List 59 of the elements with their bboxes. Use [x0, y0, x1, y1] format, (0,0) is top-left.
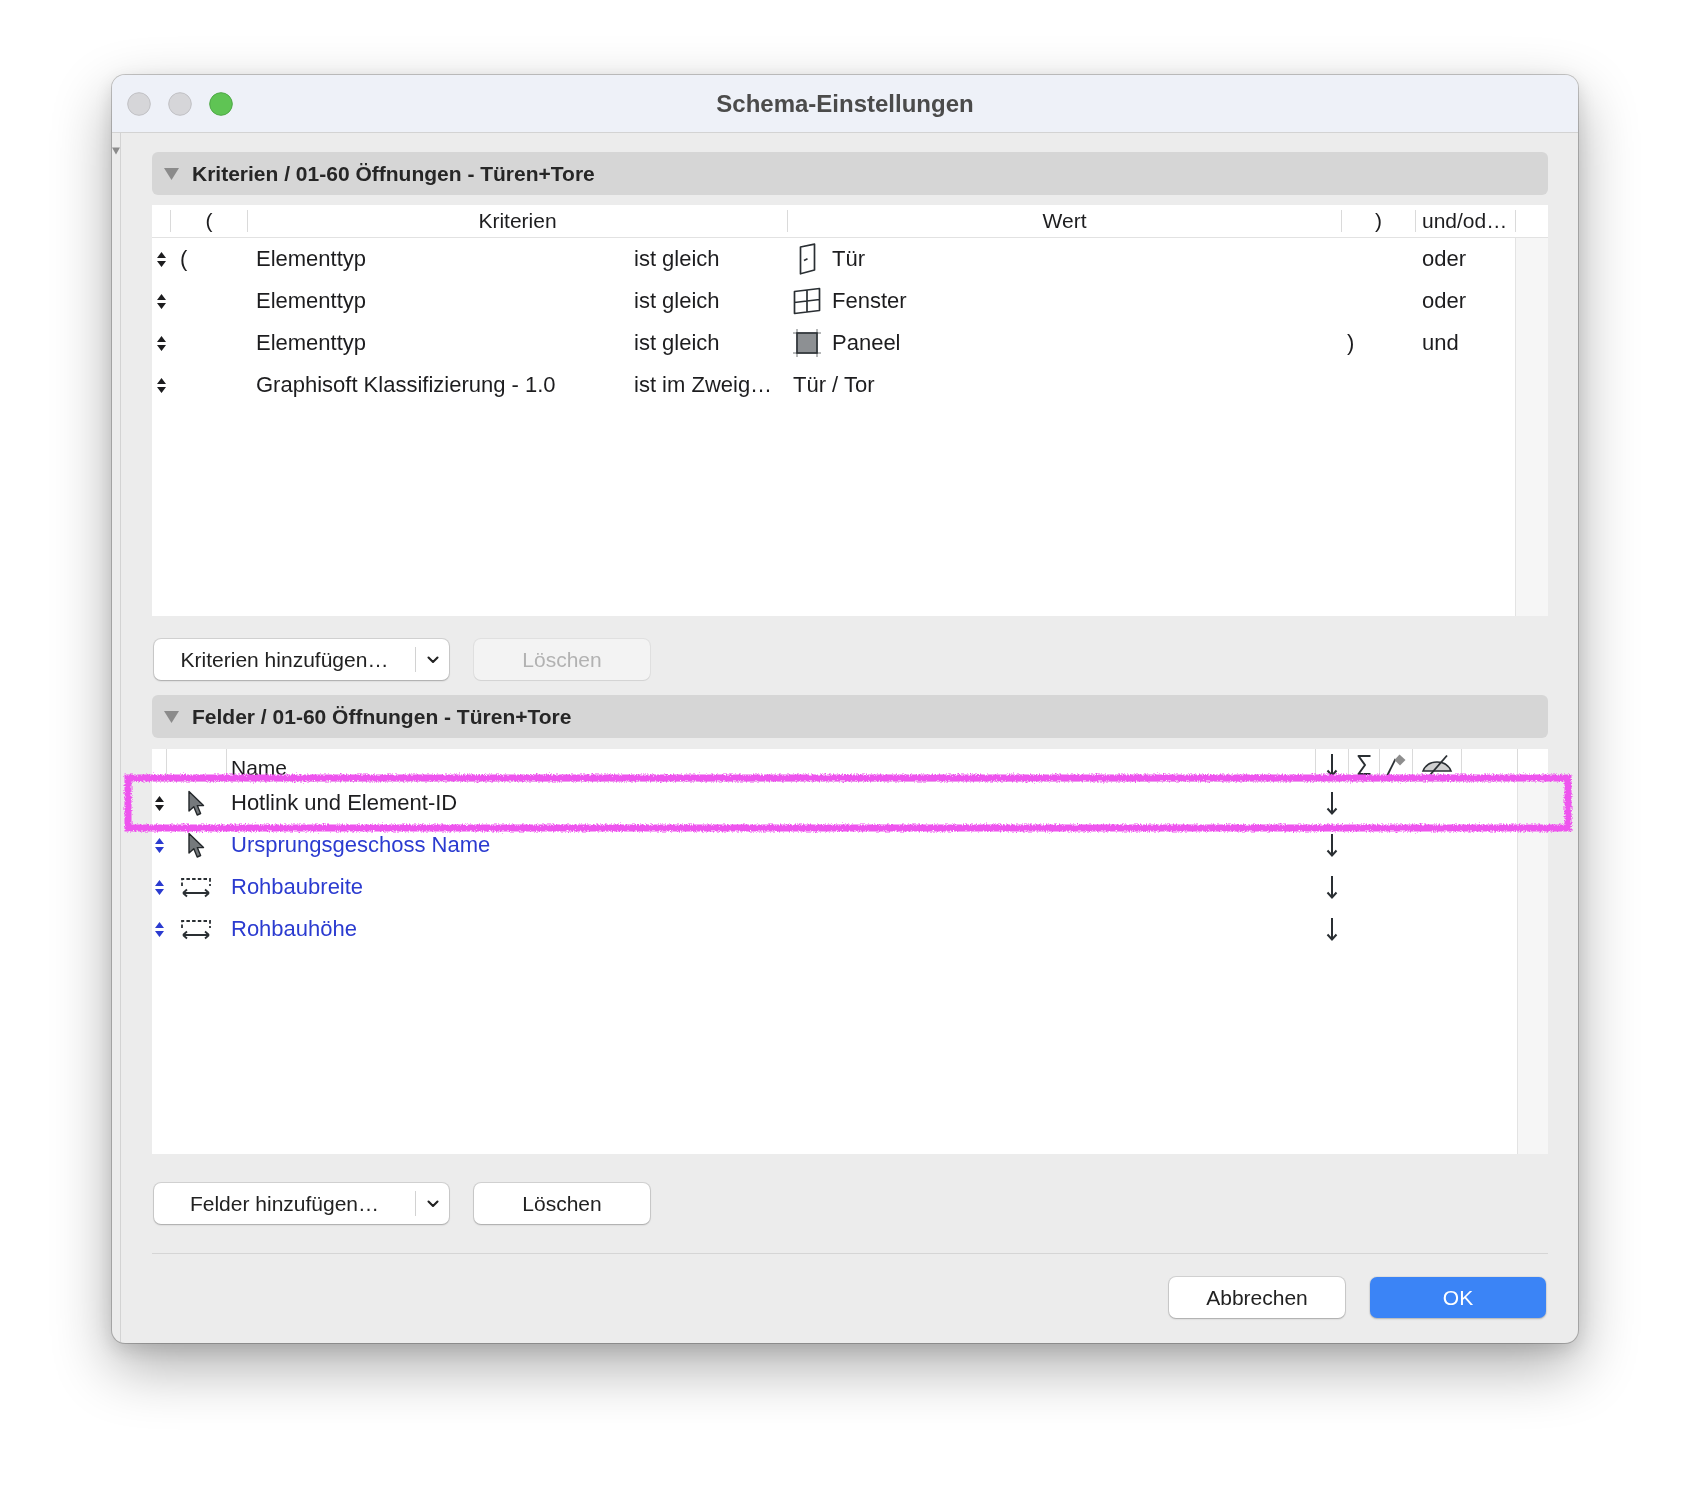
scrollbar-track[interactable]	[1517, 782, 1548, 1154]
column-header[interactable]: Wert	[787, 210, 1341, 232]
field-name: Hotlink und Element-ID	[231, 790, 458, 815]
reorder-handle-icon[interactable]	[153, 878, 165, 896]
criterion-cell: Elementtyp	[256, 288, 367, 314]
reorder-handle-icon[interactable]	[155, 376, 167, 394]
logic-cell: oder	[1422, 288, 1467, 314]
window-icon	[793, 287, 821, 315]
pointer-icon	[187, 831, 205, 859]
default-button[interactable]: OK	[1370, 1277, 1546, 1318]
field-name: Ursprungsgeschoss Name	[231, 832, 491, 857]
column-header[interactable]: (	[170, 210, 247, 232]
criterion-cell: Elementtyp	[256, 330, 367, 356]
parenthesis-cell: (	[180, 246, 188, 272]
operator-cell: ist gleich	[634, 330, 720, 356]
down-arrow-icon	[1326, 753, 1338, 777]
chevron-icon	[426, 655, 439, 664]
pointer-icon	[187, 789, 205, 817]
operator-cell: ist gleich	[634, 246, 720, 272]
dropdown-button[interactable]: Felder hinzufügen…	[154, 1183, 449, 1224]
logic-cell: oder	[1422, 246, 1467, 272]
door-icon	[798, 243, 816, 275]
criterion-cell: Elementtyp	[256, 246, 367, 272]
value-cell: Tür / Tor	[793, 372, 875, 398]
flag-icon	[1385, 753, 1407, 777]
logic-cell: und	[1422, 330, 1459, 356]
column-header[interactable]: Kriterien	[247, 210, 787, 232]
reorder-handle-icon[interactable]	[155, 334, 167, 352]
dropdown-button[interactable]: Kriterien hinzufügen…	[154, 639, 449, 680]
section-title: Felder / 01-60 Öffnungen - Türen+Tore	[192, 704, 572, 729]
reorder-handle-icon[interactable]	[155, 250, 167, 268]
column-header[interactable]: )	[1341, 210, 1415, 232]
section-title: Kriterien / 01-60 Öffnungen - Türen+Tore	[192, 161, 595, 186]
panel-icon	[793, 329, 821, 357]
value-cell: Paneel	[832, 330, 901, 356]
scrollbar-track[interactable]	[1515, 238, 1548, 616]
push-button[interactable]: Abbrechen	[1169, 1277, 1345, 1318]
column-header[interactable]: und/od…	[1415, 210, 1515, 232]
sigma-icon	[1356, 754, 1372, 776]
window-title: Schema-Einstellungen	[716, 89, 974, 118]
reorder-handle-icon[interactable]	[153, 836, 165, 854]
crossed-eye-icon	[1421, 754, 1453, 776]
reorder-handle-icon[interactable]	[153, 920, 165, 938]
column-header[interactable]: Name	[226, 749, 1315, 781]
criterion-cell: Graphisoft Klassifizierung - 1.0	[256, 372, 556, 398]
reorder-handle-icon[interactable]	[155, 292, 167, 310]
dimension-icon	[180, 918, 212, 940]
reorder-handle-icon[interactable]	[153, 794, 165, 812]
operator-cell: ist gleich	[634, 288, 720, 314]
field-name: Rohbauhöhe	[231, 916, 357, 941]
chevron-icon	[426, 1199, 439, 1208]
operator-cell: ist im Zweig…	[634, 372, 773, 398]
parenthesis-cell: )	[1347, 330, 1355, 356]
dimension-icon	[180, 876, 212, 898]
triangle-icon[interactable]	[112, 147, 120, 155]
value-cell: Tür	[832, 246, 865, 272]
field-name: Rohbaubreite	[231, 874, 364, 899]
push-button[interactable]: Löschen	[474, 1183, 650, 1224]
value-cell: Fenster	[832, 288, 907, 314]
